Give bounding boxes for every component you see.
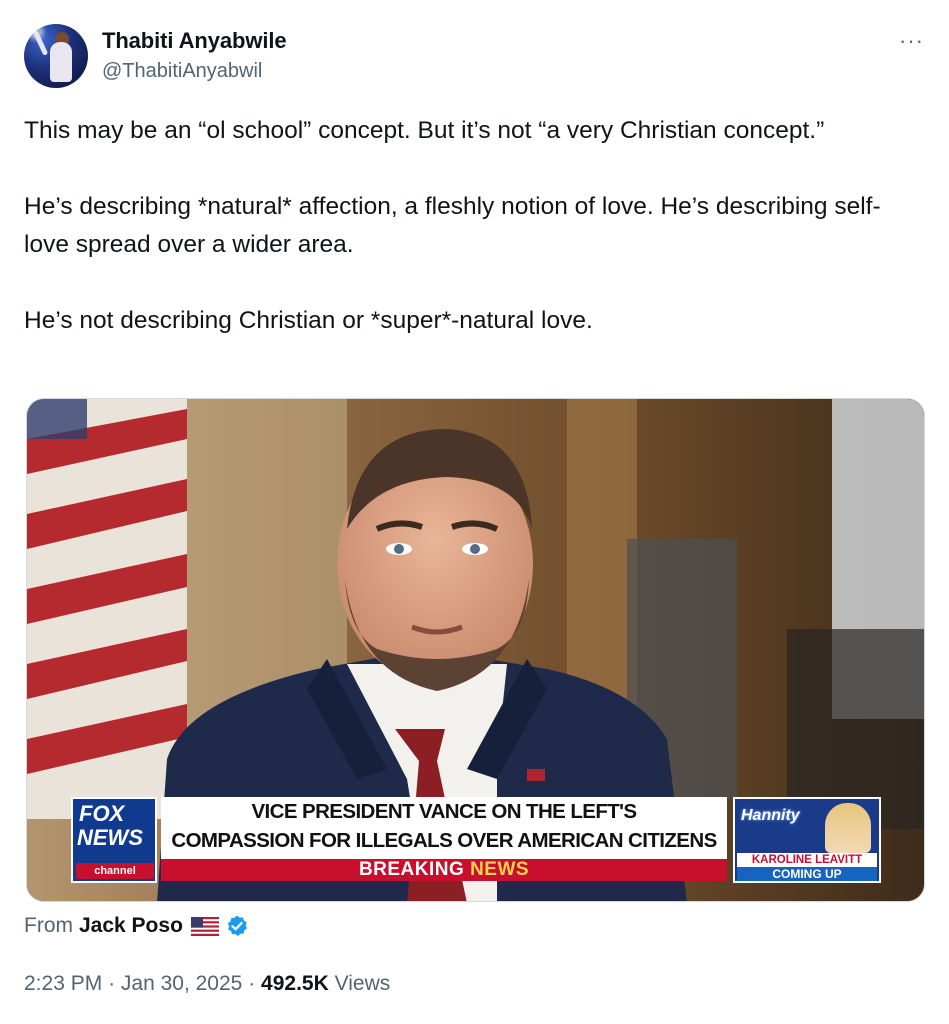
post-text: This may be an “ol school” concept. But … [24, 112, 904, 340]
promo-status: COMING UP [737, 867, 877, 881]
avatar[interactable] [24, 24, 88, 88]
promo-guest-photo [825, 803, 871, 853]
post-paragraph-2: He’s describing *natural* affection, a f… [24, 193, 881, 258]
meta-separator: · [248, 972, 256, 995]
avatar-figure [50, 42, 72, 82]
verified-badge-icon [225, 914, 249, 938]
promo-guest-name: KAROLINE LEAVITT [737, 853, 877, 867]
post-date[interactable]: Jan 30, 2025 [121, 972, 242, 995]
banner-word-1: BREAKING [358, 859, 465, 880]
banner-word-2: NEWS [470, 859, 530, 880]
flag-illustration [27, 399, 187, 819]
meta-separator: · [108, 972, 116, 995]
author-handle[interactable]: @ThabitiAnyabwil [102, 60, 262, 83]
breaking-news-banner: BREAKING NEWS [161, 859, 727, 881]
logo-news-text: NEWS [77, 825, 143, 850]
source-prefix: From [24, 914, 73, 937]
post-time[interactable]: 2:23 PM [24, 972, 102, 995]
news-lower-third: FOX NEWS channel VICE PRESIDENT VANCE ON… [71, 797, 881, 883]
author-name[interactable]: Thabiti Anyabwile [102, 28, 287, 54]
post-media-image[interactable]: FOX NEWS channel VICE PRESIDENT VANCE ON… [26, 398, 925, 902]
headline-line-1: VICE PRESIDENT VANCE ON THE LEFT'S [251, 800, 637, 823]
promo-show-name: Hannity [741, 807, 800, 824]
logo-channel-text: channel [76, 863, 154, 879]
fox-news-logo: FOX NEWS channel [71, 797, 157, 883]
post-paragraph-3: He’s not describing Christian or *super*… [24, 307, 593, 334]
headline-line-2: COMPASSION FOR ILLEGALS OVER AMERICAN CI… [171, 829, 717, 852]
post-paragraph-1: This may be an “ol school” concept. But … [24, 117, 825, 144]
post-header: Thabiti Anyabwile @ThabitiAnyabwil ··· [24, 22, 924, 88]
news-headline: VICE PRESIDENT VANCE ON THE LEFT'S COMPA… [161, 797, 727, 859]
post-meta: 2:23 PM · Jan 30, 2025 · 492.5K Views [24, 972, 390, 996]
us-flag-icon [190, 916, 219, 936]
media-source: From Jack Poso [24, 914, 249, 938]
show-promo: Hannity KAROLINE LEAVITT COMING UP [733, 797, 881, 883]
views-count: 492.5K [261, 972, 329, 995]
views-label: Views [334, 972, 391, 995]
logo-fox-text: FOX [79, 801, 125, 826]
source-name[interactable]: Jack Poso [79, 914, 183, 938]
more-options-icon[interactable]: ··· [899, 28, 924, 54]
